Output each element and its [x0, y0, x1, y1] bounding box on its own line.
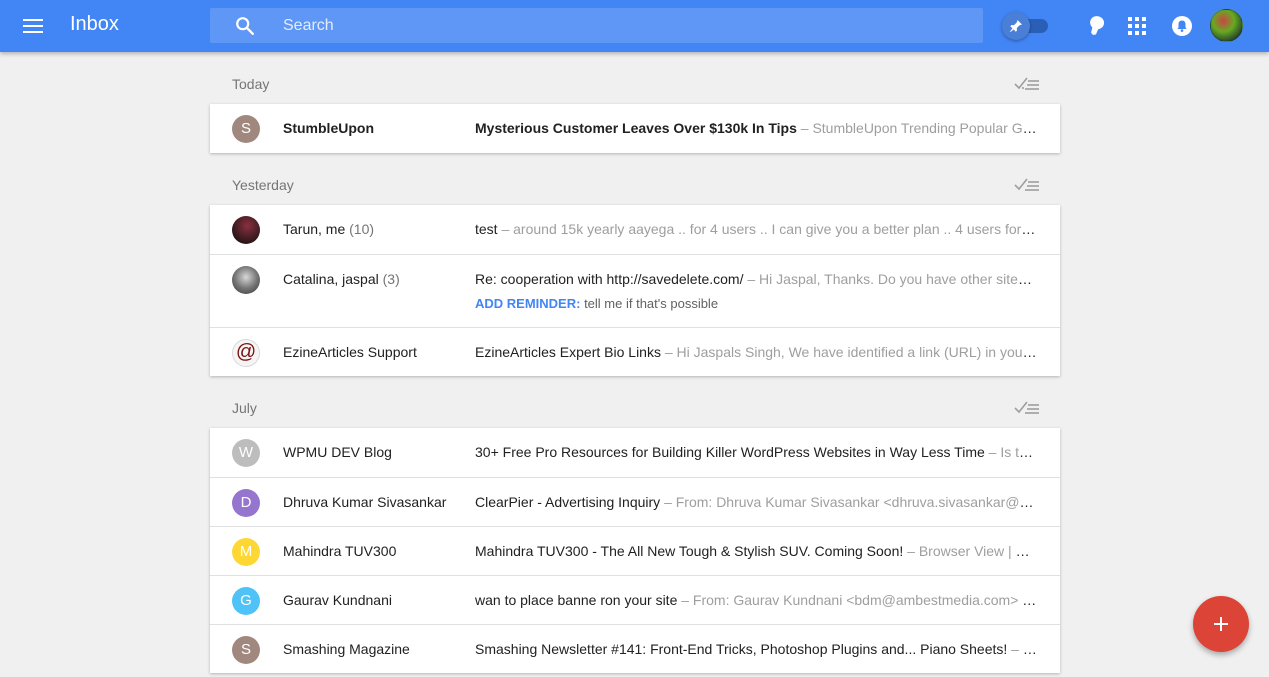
message-preview: Smashing Newsletter #141: Front-End Tric… [475, 641, 1037, 657]
toggle-knob[interactable] [1002, 12, 1030, 40]
inbox-list: Today S StumbleUpon Mysterious Customer … [210, 52, 1060, 673]
avatar: M [232, 538, 260, 566]
message-preview: 30+ Free Pro Resources for Building Kill… [475, 444, 1037, 460]
subject: wan to place banne ron your site [475, 592, 678, 608]
message-preview: Re: cooperation with http://savedelete.c… [475, 271, 1037, 287]
list-item[interactable]: M Mahindra TUV300 Mahindra TUV300 - The … [210, 526, 1060, 575]
snippet: – Hi Jaspals Singh, We have identified a… [664, 344, 1037, 360]
subject: Re: cooperation with http://savedelete.c… [475, 271, 744, 287]
top-app-bar: Inbox [0, 0, 1269, 52]
app-title: Inbox [70, 13, 119, 35]
list-item[interactable]: S StumbleUpon Mysterious Customer Leaves… [210, 104, 1060, 153]
section-header-today: Today [210, 52, 1060, 104]
avatar [232, 266, 260, 294]
subject: Mahindra TUV300 - The All New Tough & St… [475, 543, 904, 559]
search-input[interactable] [283, 8, 963, 43]
pin-icon [1010, 20, 1022, 32]
message-preview: Mahindra TUV300 - The All New Tough & St… [475, 543, 1037, 559]
sender-name: EzineArticles Support [283, 344, 417, 360]
snippet: – StumbleUpon Trending Popular Get The B… [800, 120, 1037, 136]
sender-name: Tarun, me (10) [283, 221, 375, 237]
list-item[interactable]: Catalina, jaspal (3) Re: cooperation wit… [210, 254, 1060, 327]
list-item[interactable]: @ EzineArticles Support EzineArticles Ex… [210, 327, 1060, 376]
sweep-done-icon[interactable] [1014, 74, 1040, 92]
hamburger-menu-icon[interactable] [18, 12, 48, 40]
avatar: S [232, 636, 260, 664]
subject: 30+ Free Pro Resources for Building Kill… [475, 444, 985, 460]
sender-name: Dhruva Kumar Sivasankar [283, 494, 447, 510]
avatar [232, 216, 260, 244]
subject: Mysterious Customer Leaves Over $130k In… [475, 120, 797, 136]
compose-button[interactable] [1193, 596, 1249, 652]
message-preview: EzineArticles Expert Bio Links – Hi Jasp… [475, 344, 1037, 360]
sender-name: Mahindra TUV300 [283, 543, 397, 559]
list-item[interactable]: Tarun, me (10) test – around 15k yearly … [210, 205, 1060, 254]
snippet: – From: Gaurav Kundnani <bdm@ambestmedia… [681, 592, 1037, 608]
snippet: – Browser View | Mobile View [907, 543, 1037, 559]
avatar: G [232, 587, 260, 615]
search-icon[interactable] [234, 15, 256, 37]
reminder-text: tell me if that's possible [580, 296, 719, 311]
bundle-card-today: S StumbleUpon Mysterious Customer Leaves… [210, 104, 1060, 153]
bundle-card-july: W WPMU DEV Blog 30+ Free Pro Resources f… [210, 428, 1060, 673]
section-label: July [232, 400, 257, 416]
section-label: Yesterday [232, 177, 294, 193]
snippet: – Is this email [988, 444, 1037, 460]
message-preview: Mysterious Customer Leaves Over $130k In… [475, 120, 1037, 136]
sender-name: Catalina, jaspal (3) [283, 271, 400, 287]
bundle-card-yesterday: Tarun, me (10) test – around 15k yearly … [210, 205, 1060, 376]
avatar: @ [232, 339, 260, 367]
snippet: – Hi Jaspal, Thanks. Do you have other s… [743, 271, 1037, 287]
section-header-july: July [210, 376, 1060, 428]
section-label: Today [232, 76, 270, 92]
section-header-yesterday: Yesterday [210, 153, 1060, 205]
subject: Smashing Newsletter #141: Front-End Tric… [475, 641, 1008, 657]
sender-name: StumbleUpon [283, 120, 374, 136]
reminder-line[interactable]: ADD REMINDER: tell me if that's possible [475, 296, 718, 311]
avatar: S [232, 115, 260, 143]
list-item[interactable]: S Smashing Magazine Smashing Newsletter … [210, 624, 1060, 673]
notifications-bell-icon[interactable] [1170, 14, 1194, 38]
sender-name: WPMU DEV Blog [283, 444, 392, 460]
search-bar[interactable] [210, 8, 983, 43]
list-item[interactable]: W WPMU DEV Blog 30+ Free Pro Resources f… [210, 428, 1060, 477]
sweep-done-icon[interactable] [1014, 175, 1040, 193]
apps-grid-icon[interactable] [1125, 14, 1149, 38]
message-preview: ClearPier - Advertising Inquiry – From: … [475, 494, 1037, 510]
reminder-bulb-icon[interactable] [1083, 14, 1107, 38]
list-item[interactable]: D Dhruva Kumar Sivasankar ClearPier - Ad… [210, 477, 1060, 526]
subject: EzineArticles Expert Bio Links [475, 344, 661, 360]
sweep-done-icon[interactable] [1014, 398, 1040, 416]
list-item[interactable]: G Gaurav Kundnani wan to place banne ron… [210, 575, 1060, 624]
snippet: – around 15k yearly aayega .. for 4 user… [497, 221, 1037, 237]
avatar: W [232, 439, 260, 467]
snippet: – From: Dhruva Kumar Sivasankar <dhruva.… [664, 494, 1037, 510]
message-preview: test – around 15k yearly aayega .. for 4… [475, 221, 1037, 237]
sender-name: Gaurav Kundnani [283, 592, 392, 608]
account-avatar[interactable] [1210, 9, 1243, 42]
avatar: D [232, 489, 260, 517]
add-reminder-label: ADD REMINDER: [475, 296, 581, 311]
subject: ClearPier - Advertising Inquiry [475, 494, 661, 510]
sender-name: Smashing Magazine [283, 641, 410, 657]
message-preview: wan to place banne ron your site – From:… [475, 592, 1037, 608]
snippet: – With love [1011, 641, 1037, 657]
pinned-toggle[interactable] [1002, 12, 1050, 40]
subject: test [475, 221, 498, 237]
